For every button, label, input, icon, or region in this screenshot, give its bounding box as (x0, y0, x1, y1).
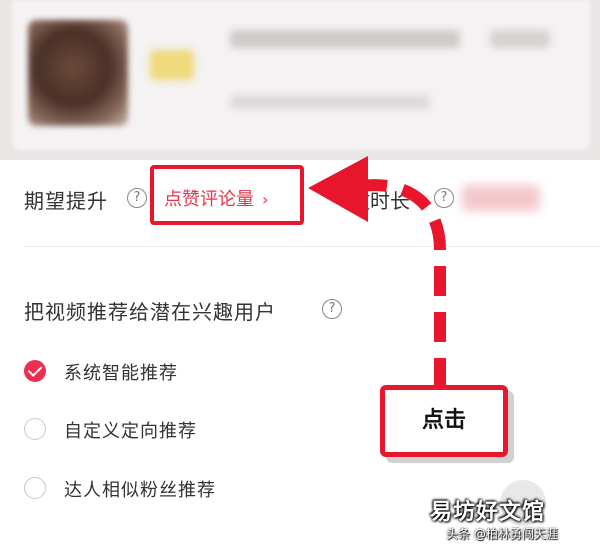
chevron-right-icon: › (262, 190, 269, 209)
option-label: 系统智能推荐 (64, 363, 178, 384)
push-section-title: 把视频推荐给潜在兴趣用户 (24, 300, 276, 324)
option-label: 达人相似粉丝推荐 (64, 480, 216, 501)
watermark-subtext: 头条 @柏林勇闯天涯 (446, 527, 558, 541)
help-icon[interactable]: ? (127, 188, 147, 208)
blurred-video-title (230, 30, 460, 48)
blurred-badge (150, 50, 194, 80)
divider (24, 246, 600, 247)
expect-label: 期望提升 (24, 189, 108, 213)
radio-icon[interactable] (24, 418, 46, 440)
blurred-video-subtitle (230, 95, 430, 109)
radio-icon[interactable] (24, 477, 46, 499)
watermark-text: 易坊好文馆 (430, 500, 546, 525)
blurred-duration-value[interactable] (462, 185, 540, 211)
blurred-video-meta (490, 30, 550, 48)
checked-radio-icon[interactable] (24, 360, 46, 382)
callout-text: 点击 (421, 408, 466, 433)
help-icon[interactable]: ? (434, 188, 454, 208)
expect-option-link[interactable]: 点赞评论量 › (164, 185, 268, 211)
video-thumbnail[interactable] (28, 20, 128, 126)
video-card (0, 0, 600, 160)
help-icon[interactable]: ? (322, 299, 342, 319)
expect-option-label: 点赞评论量 (164, 189, 254, 210)
click-callout: 点击 (380, 385, 508, 457)
duration-label: 放时长 (350, 189, 410, 213)
option-label: 自定义定向推荐 (64, 421, 197, 442)
